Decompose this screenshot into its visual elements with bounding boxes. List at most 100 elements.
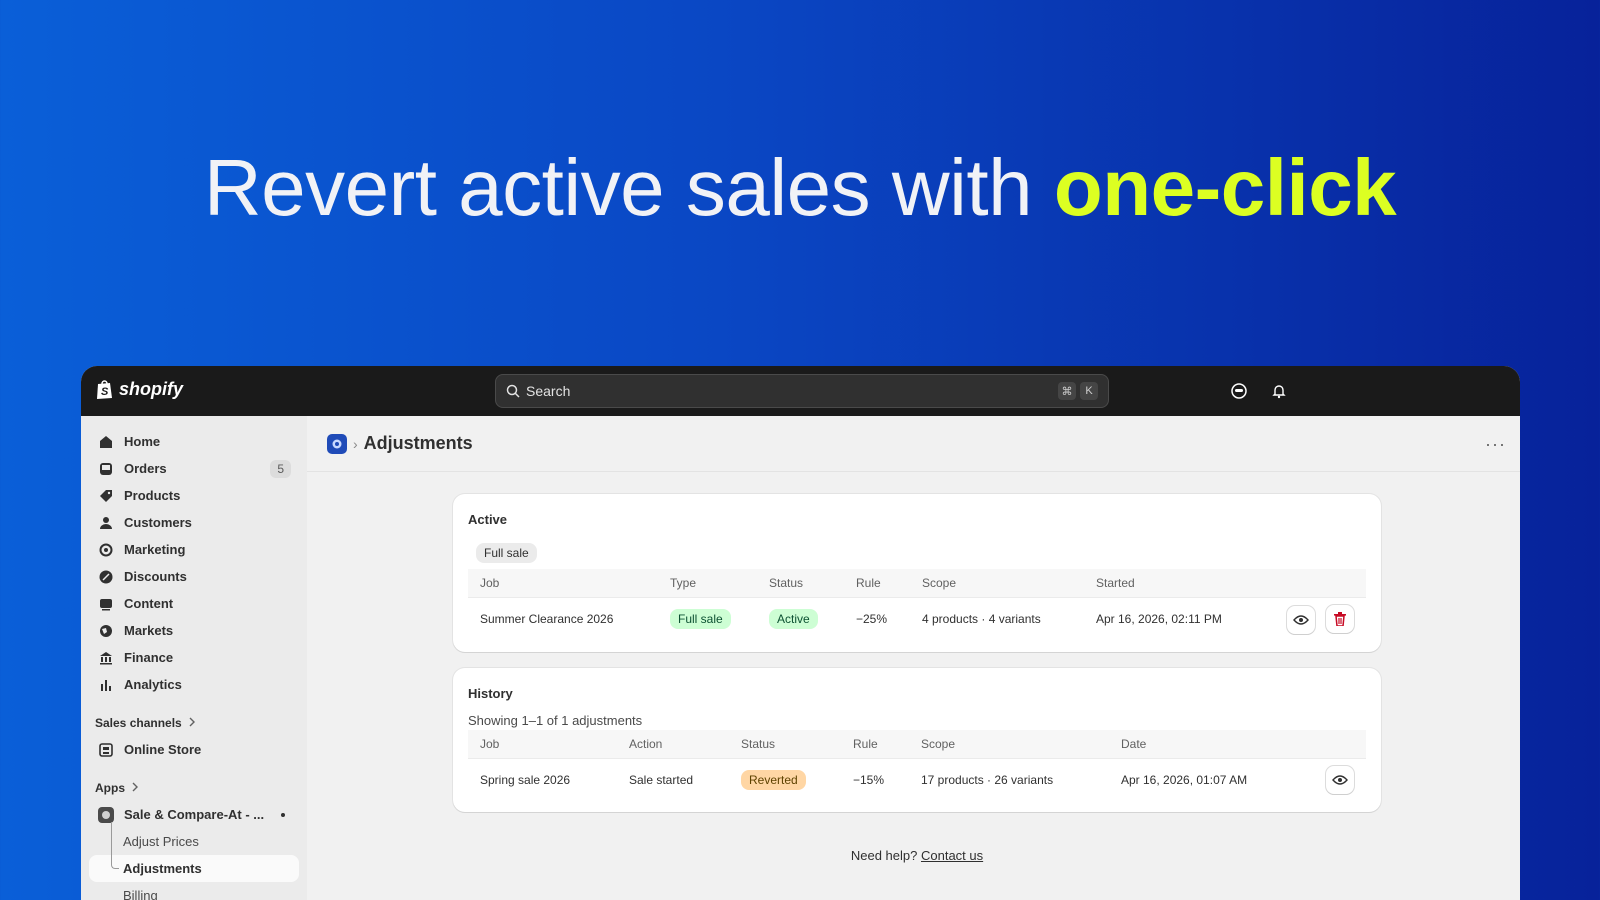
sidebar-nav: Home Orders 5 Products Customers Marketi…	[81, 416, 307, 900]
svg-text:S: S	[101, 386, 109, 398]
sidebar-item-label: Orders	[124, 461, 167, 476]
table-header-row: Job Type Status Rule Scope Started	[468, 569, 1366, 598]
active-dot-indicator	[281, 812, 285, 817]
view-button[interactable]	[1326, 766, 1354, 795]
sidebar-item-label: Sale & Compare-At - ...	[124, 807, 265, 822]
help-footer: Need help? Contact us	[453, 848, 1381, 863]
action-cell: Sale started	[629, 773, 694, 788]
search-icon	[506, 384, 520, 398]
scope-cell: 17 products · 26 variants	[921, 773, 1054, 788]
headline-highlight: one-click	[1053, 143, 1397, 232]
sidebar-item-label: Billing	[123, 888, 158, 900]
sidebar-subitem-billing[interactable]: Billing	[89, 882, 299, 900]
full-sale-filter-chip[interactable]: Full sale	[476, 543, 537, 563]
column-header: Rule	[844, 569, 910, 598]
trash-icon	[1334, 611, 1346, 626]
eye-icon	[1292, 615, 1309, 625]
chevron-right-icon	[131, 781, 139, 795]
main-content: › Adjustments ··· Active Full sale Job T…	[307, 416, 1520, 900]
sidebar-item-marketing[interactable]: Marketing	[89, 536, 299, 563]
column-header: Type	[658, 569, 757, 598]
table-row: Summer Clearance 2026 Full sale Active −…	[468, 597, 1366, 641]
breadcrumb-chevron-icon: ›	[353, 435, 358, 452]
sales-channels-section[interactable]: Sales channels	[95, 716, 291, 730]
active-table: Job Type Status Rule Scope Started Summe…	[468, 569, 1366, 641]
job-cell: Summer Clearance 2026	[480, 612, 614, 627]
sidebar-item-sale-app[interactable]: Sale & Compare-At - ...	[89, 801, 299, 828]
sidebar-item-label: Home	[124, 434, 161, 449]
hero-headline: Revert active sales with one-click	[0, 142, 1600, 234]
apps-section[interactable]: Apps	[95, 781, 291, 795]
orders-count-badge: 5	[270, 459, 291, 478]
help-text: Need help?	[850, 848, 918, 863]
sidebar-item-online-store[interactable]: Online Store	[89, 736, 299, 763]
tree-connector	[111, 849, 119, 869]
sidebar-item-label: Analytics	[124, 677, 182, 692]
active-card: Active Full sale Job Type Status Rule Sc…	[453, 494, 1381, 652]
bank-icon	[97, 649, 115, 667]
sidebar-item-label: Customers	[124, 515, 192, 530]
app-icon	[97, 806, 115, 824]
eye-icon	[1332, 775, 1348, 785]
column-header: Started	[1084, 569, 1258, 598]
sidebar-item-content[interactable]: Content	[89, 590, 299, 617]
brand-name: shopify	[119, 378, 184, 399]
target-icon	[97, 541, 115, 559]
rule-cell: −25%	[856, 612, 888, 627]
more-actions-icon[interactable]: ···	[1485, 434, 1506, 455]
active-card-title: Active	[468, 512, 508, 527]
actions-cell	[1258, 597, 1366, 641]
table-row: Spring sale 2026 Sale started Reverted −…	[468, 758, 1366, 802]
status-cell: Active	[757, 597, 844, 641]
job-cell: Spring sale 2026	[480, 773, 571, 788]
revert-delete-button[interactable]	[1326, 604, 1354, 633]
app-badge-icon[interactable]	[327, 433, 347, 454]
sidebar-item-markets[interactable]: Markets	[89, 617, 299, 644]
page-header: › Adjustments ···	[307, 416, 1520, 472]
sidebar-item-label: Products	[124, 488, 181, 503]
sidebar-item-label: Discounts	[124, 569, 187, 584]
sidebar-item-customers[interactable]: Customers	[89, 509, 299, 536]
store-avatar-icon[interactable]	[1229, 381, 1249, 401]
status-badge: Reverted	[741, 770, 806, 791]
column-header: Scope	[909, 730, 1109, 759]
shopify-bag-icon: S	[97, 380, 112, 399]
sidebar-item-orders[interactable]: Orders 5	[89, 455, 299, 482]
person-icon	[97, 514, 115, 532]
page-title: Adjustments	[363, 433, 473, 453]
rule-cell: −15%	[853, 773, 885, 788]
tag-icon	[97, 487, 115, 505]
sidebar-item-products[interactable]: Products	[89, 482, 299, 509]
history-card-title: History	[468, 686, 513, 701]
contact-us-link[interactable]: Contact us	[921, 848, 983, 863]
table-header-row: Job Action Status Rule Scope Date	[468, 730, 1366, 759]
sidebar-item-label: Content	[124, 596, 174, 611]
search-input[interactable]: Search ⌘ K	[495, 374, 1109, 408]
sidebar-subitem-adjustments[interactable]: Adjustments	[89, 849, 299, 882]
sidebar-item-home[interactable]: Home	[89, 428, 299, 455]
sidebar-item-analytics[interactable]: Analytics	[89, 671, 299, 698]
column-header: Action	[617, 730, 729, 759]
column-header: Status	[757, 569, 844, 598]
column-header: Rule	[841, 730, 909, 759]
showing-count-text: Showing 1–1 of 1 adjustments	[468, 713, 643, 728]
content-icon	[97, 595, 115, 613]
headline-text: Revert active sales with	[203, 143, 1054, 232]
column-header: Status	[729, 730, 841, 759]
search-placeholder: Search	[526, 383, 571, 399]
chevron-right-icon	[188, 716, 196, 730]
bell-icon[interactable]	[1269, 381, 1289, 401]
shopify-logo[interactable]: S shopify	[95, 378, 183, 400]
sidebar-item-label: Marketing	[124, 542, 186, 557]
type-cell: Full sale	[658, 597, 757, 641]
store-icon	[97, 741, 115, 759]
view-button[interactable]	[1286, 605, 1315, 634]
bar-chart-icon	[97, 676, 115, 694]
sidebar-subitem-adjust-prices[interactable]: Adjust Prices	[89, 822, 299, 855]
sidebar-item-label: Online Store	[124, 742, 202, 757]
sidebar-item-finance[interactable]: Finance	[89, 644, 299, 671]
sidebar-item-discounts[interactable]: Discounts	[89, 563, 299, 590]
status-cell: Reverted	[729, 758, 841, 802]
sidebar-item-label: Adjustments	[123, 861, 202, 876]
status-badge: Active	[769, 609, 818, 630]
